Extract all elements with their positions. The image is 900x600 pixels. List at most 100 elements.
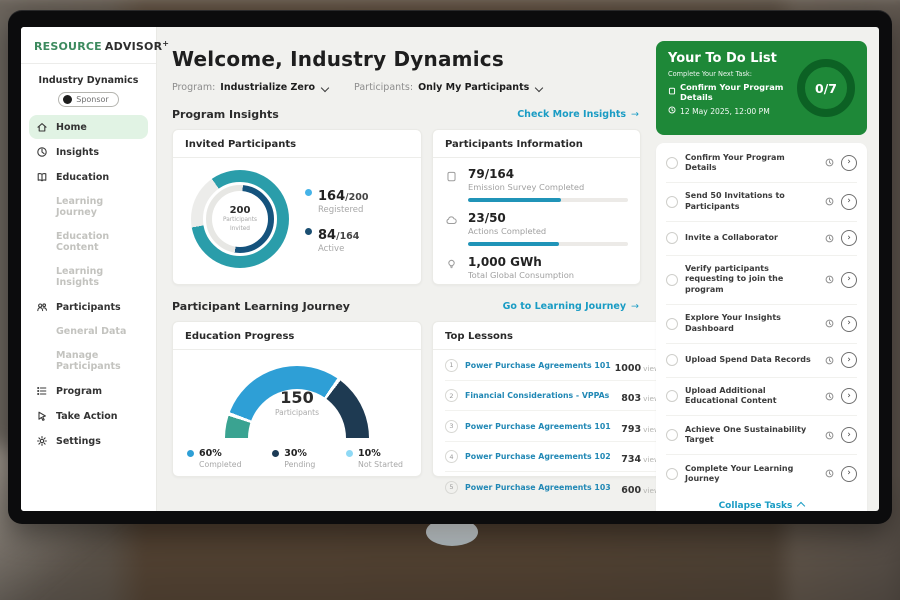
clipboard-icon <box>668 87 676 97</box>
sidebar-item-program[interactable]: Program <box>29 379 148 403</box>
collapse-tasks-link[interactable]: Collapse Tasks <box>666 493 857 511</box>
lesson-rank: 1 <box>445 359 458 372</box>
task-checkbox[interactable] <box>666 232 678 244</box>
task-open-button[interactable]: › <box>841 427 857 443</box>
task-label: Explore Your Insights Dashboard <box>685 313 818 334</box>
task-open-button[interactable]: › <box>841 155 857 171</box>
task-row-upload-spend-data[interactable]: Upload Spend Data Records › <box>666 343 857 377</box>
clipboard-icon <box>445 170 459 183</box>
clock-icon <box>825 275 834 284</box>
sidebar-item-settings[interactable]: Settings <box>29 429 148 453</box>
sidebar-item-label: Manage Participants <box>56 350 141 372</box>
legend-dot-icon <box>272 450 279 457</box>
sidebar-item-education[interactable]: Education <box>29 165 148 189</box>
sidebar-item-learning-journey[interactable]: Learning Journey <box>29 190 148 224</box>
sidebar-item-insights[interactable]: Insights <box>29 140 148 164</box>
lesson-link[interactable]: Power Purchase Agreements 101 <box>465 361 611 370</box>
task-checkbox[interactable] <box>666 429 678 441</box>
gauge-legend: 60%Completed 30%Pending 10%Not Started <box>185 438 409 469</box>
task-open-button[interactable]: › <box>841 230 857 246</box>
task-open-button[interactable]: › <box>841 316 857 332</box>
task-checkbox[interactable] <box>666 157 678 169</box>
go-to-learning-journey-link[interactable]: Go to Learning Journey→ <box>503 301 639 312</box>
task-label: Upload Spend Data Records <box>685 355 818 365</box>
legend-dot-icon <box>305 189 312 196</box>
todo-due-date: 12 May 2025, 12:00 PM <box>668 106 789 116</box>
todo-hero-panel: Your To Do List Complete Your Next Task:… <box>656 41 867 135</box>
stat-value: 23/50 <box>468 211 628 225</box>
card-divider <box>433 157 640 158</box>
sidebar-item-education-content[interactable]: Education Content <box>29 225 148 259</box>
task-row-achieve-target[interactable]: Achieve One Sustainability Target › <box>666 415 857 454</box>
task-row-send-invitations[interactable]: Send 50 Invitations to Participants › <box>666 182 857 221</box>
stat-label: Total Global Consumption <box>468 270 628 280</box>
legend-label: Completed <box>199 460 242 469</box>
task-open-button[interactable]: › <box>841 352 857 368</box>
clock-icon <box>825 234 834 243</box>
sidebar-item-manage-participants[interactable]: Manage Participants <box>29 344 148 378</box>
sidebar-nav: Home Insights Education Learning Journey <box>21 115 156 453</box>
lightbulb-icon <box>445 258 459 271</box>
task-checkbox[interactable] <box>666 196 678 208</box>
sponsor-badge-icon <box>63 95 72 104</box>
legend-denominator: /200 <box>345 192 368 203</box>
legend-label: Registered <box>318 205 368 215</box>
task-open-button[interactable]: › <box>841 388 857 404</box>
gauge-center-caption: Participants <box>225 408 369 417</box>
chevron-down-icon[interactable] <box>535 83 543 91</box>
participants-filter-dropdown[interactable]: Only My Participants <box>418 82 529 93</box>
lesson-views: 1000 <box>615 363 641 374</box>
sidebar-item-general-data[interactable]: General Data <box>29 320 148 343</box>
gauge-center-label: 150 Participants <box>225 388 369 417</box>
task-row-complete-learning-journey[interactable]: Complete Your Learning Journey › <box>666 454 857 493</box>
task-row-upload-educational-content[interactable]: Upload Additional Educational Content › <box>666 377 857 416</box>
task-checkbox[interactable] <box>666 274 678 286</box>
clock-icon <box>825 356 834 365</box>
task-checkbox[interactable] <box>666 468 678 480</box>
sidebar-item-take-action[interactable]: Take Action <box>29 404 148 428</box>
donut-center-value: 200 <box>230 205 251 216</box>
dashboard-screen: RESOURCEADVISOR+ Industry Dynamics Spons… <box>21 27 879 511</box>
task-checkbox[interactable] <box>666 390 678 402</box>
arrow-right-icon: → <box>631 301 639 312</box>
task-open-button[interactable]: › <box>841 194 857 210</box>
program-filter-dropdown[interactable]: Industrialize Zero <box>220 82 315 93</box>
sidebar-item-label: Insights <box>56 147 99 158</box>
task-label: Achieve One Sustainability Target <box>685 425 818 446</box>
sidebar-divider <box>21 63 156 64</box>
todo-progress-value: 0/7 <box>815 81 837 96</box>
lesson-link[interactable]: Power Purchase Agreements 103 <box>465 483 617 492</box>
task-row-verify-participants[interactable]: Verify participants requesting to join t… <box>666 255 857 304</box>
lesson-link[interactable]: Power Purchase Agreements 102 <box>465 452 617 461</box>
lesson-row: 3 Power Purchase Agreements 101 793views <box>445 411 664 442</box>
sidebar-item-learning-insights[interactable]: Learning Insights <box>29 260 148 294</box>
check-more-insights-link[interactable]: Check More Insights→ <box>517 109 639 120</box>
sidebar-item-home[interactable]: Home <box>29 115 148 139</box>
todo-subtitle: Complete Your Next Task: <box>668 70 789 78</box>
gauge-center-value: 150 <box>225 388 369 407</box>
legend-value: 164 <box>318 189 345 204</box>
sidebar-item-label: Education Content <box>56 231 141 253</box>
task-checkbox[interactable] <box>666 318 678 330</box>
stat-value: 79/164 <box>468 167 628 181</box>
task-checkbox[interactable] <box>666 354 678 366</box>
sidebar-item-participants[interactable]: Participants <box>29 295 148 319</box>
people-icon <box>36 301 48 313</box>
main-content: Welcome, Industry Dynamics Program: Indu… <box>157 27 653 511</box>
lesson-link[interactable]: Financial Considerations - VPPAs <box>465 391 617 400</box>
legend-denominator: /164 <box>336 231 359 242</box>
learning-journey-header: Participant Learning Journey Go to Learn… <box>172 300 639 313</box>
lesson-rank: 2 <box>445 389 458 402</box>
task-row-confirm-program[interactable]: Confirm Your Program Details › <box>666 144 857 182</box>
task-label: Send 50 Invitations to Participants <box>685 191 818 212</box>
clock-icon <box>825 319 834 328</box>
chevron-down-icon[interactable] <box>321 83 329 91</box>
task-open-button[interactable]: › <box>841 272 857 288</box>
task-row-explore-insights[interactable]: Explore Your Insights Dashboard › <box>666 304 857 343</box>
lesson-row: 2 Financial Considerations - VPPAs 803vi… <box>445 381 664 412</box>
task-row-invite-collaborator[interactable]: Invite a Collaborator › <box>666 221 857 255</box>
task-open-button[interactable]: › <box>841 466 857 482</box>
lesson-link[interactable]: Power Purchase Agreements 101 <box>465 422 617 431</box>
section-title: Program Insights <box>172 108 279 121</box>
legend-label: Active <box>318 244 359 254</box>
